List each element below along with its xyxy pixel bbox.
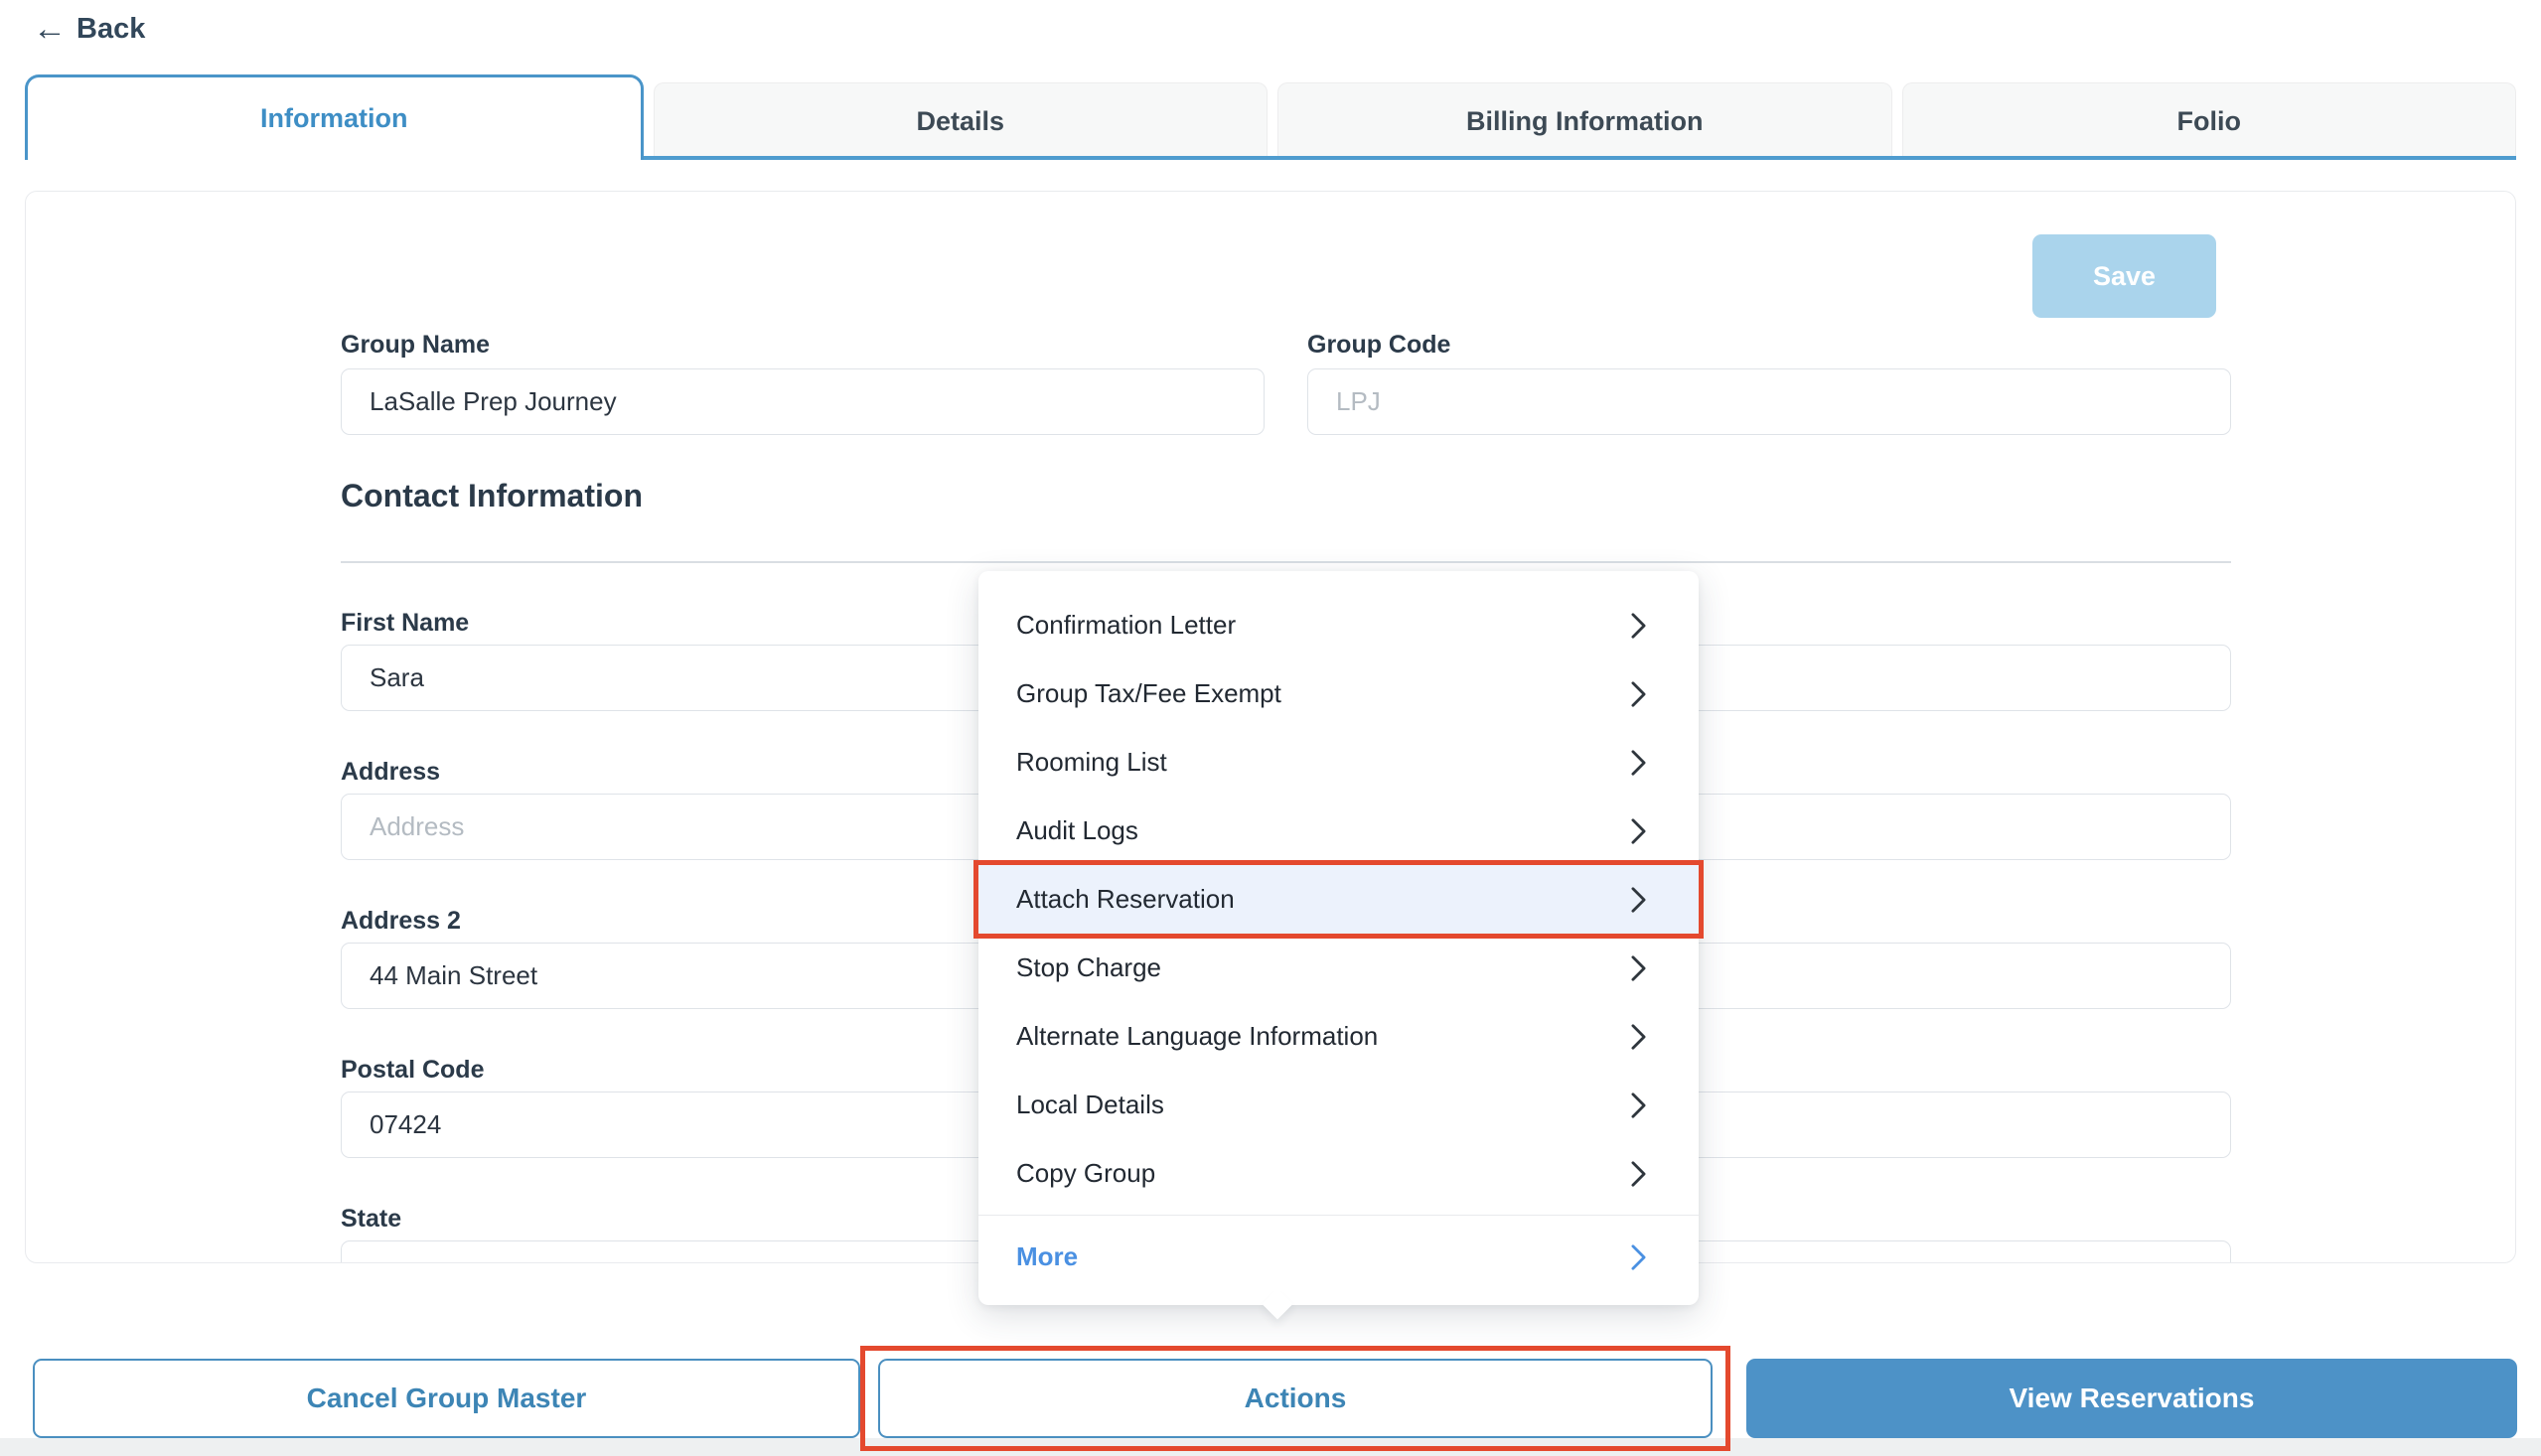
menu-item-label: Attach Reservation <box>1016 884 1235 915</box>
menu-item-label: Copy Group <box>1016 1158 1155 1189</box>
back-button[interactable]: ← Back <box>33 12 145 46</box>
menu-item-copy-group[interactable]: Copy Group <box>978 1139 1699 1208</box>
group-code-label: Group Code <box>1307 331 1450 360</box>
menu-item-audit-logs[interactable]: Audit Logs <box>978 797 1699 865</box>
chevron-right-icon <box>1630 680 1647 708</box>
chevron-right-icon <box>1630 749 1647 777</box>
contact-information-heading: Contact Information <box>341 478 643 514</box>
view-reservations-button[interactable]: View Reservations <box>1746 1359 2517 1438</box>
menu-item-label: Alternate Language Information <box>1016 1021 1378 1052</box>
actions-button[interactable]: Actions <box>878 1359 1713 1438</box>
cancel-group-master-label: Cancel Group Master <box>307 1383 587 1414</box>
tab-information-label: Information <box>260 103 408 134</box>
chevron-right-icon <box>1630 886 1647 914</box>
address2-label: Address 2 <box>341 907 461 936</box>
actions-label: Actions <box>1245 1383 1347 1414</box>
tab-information[interactable]: Information <box>25 74 644 160</box>
menu-item-stop-charge[interactable]: Stop Charge <box>978 934 1699 1002</box>
menu-item-label: Stop Charge <box>1016 952 1161 983</box>
chevron-right-icon <box>1630 1092 1647 1119</box>
section-divider <box>341 561 2231 563</box>
first-name-label: First Name <box>341 609 469 638</box>
chevron-right-icon <box>1630 1023 1647 1051</box>
menu-item-label: More <box>1016 1241 1078 1272</box>
tab-billing-information[interactable]: Billing Information <box>1277 82 1892 160</box>
group-name-label: Group Name <box>341 331 490 360</box>
menu-item-label: Local Details <box>1016 1090 1164 1120</box>
tab-details[interactable]: Details <box>654 82 1269 160</box>
chevron-right-icon <box>1630 817 1647 845</box>
back-arrow-icon: ← <box>33 12 67 46</box>
group-name-input[interactable] <box>341 368 1265 435</box>
postal-code-label: Postal Code <box>341 1056 484 1085</box>
menu-divider <box>978 1215 1699 1216</box>
address-label: Address <box>341 758 440 787</box>
chevron-right-icon <box>1630 1243 1647 1271</box>
tab-folio-label: Folio <box>2177 106 2241 137</box>
state-label: State <box>341 1205 401 1234</box>
menu-pointer-notch <box>1262 1288 1292 1319</box>
back-label: Back <box>76 13 145 46</box>
group-code-input[interactable] <box>1307 368 2231 435</box>
tab-details-label: Details <box>916 106 1004 137</box>
menu-item-label: Confirmation Letter <box>1016 610 1236 641</box>
menu-item-label: Audit Logs <box>1016 815 1138 846</box>
menu-item-attach-reservation[interactable]: Attach Reservation <box>978 865 1699 934</box>
menu-item-more[interactable]: More <box>978 1223 1699 1291</box>
tab-folio[interactable]: Folio <box>1902 82 2517 160</box>
menu-item-rooming-list[interactable]: Rooming List <box>978 728 1699 797</box>
menu-item-label: Group Tax/Fee Exempt <box>1016 678 1281 709</box>
menu-item-label: Rooming List <box>1016 747 1167 778</box>
chevron-right-icon <box>1630 612 1647 640</box>
group-master-page: ← Back Information Details Billing Infor… <box>0 0 2541 1456</box>
actions-dropdown-menu: Confirmation Letter Group Tax/Fee Exempt… <box>978 571 1699 1305</box>
tab-bar: Information Details Billing Information … <box>25 74 2516 160</box>
bottom-strip <box>0 1438 2541 1456</box>
tab-billing-information-label: Billing Information <box>1466 106 1703 137</box>
save-button[interactable]: Save <box>2032 234 2216 318</box>
cancel-group-master-button[interactable]: Cancel Group Master <box>33 1359 860 1438</box>
menu-item-local-details[interactable]: Local Details <box>978 1071 1699 1139</box>
menu-item-confirmation-letter[interactable]: Confirmation Letter <box>978 591 1699 659</box>
chevron-right-icon <box>1630 1160 1647 1188</box>
menu-item-group-tax-fee-exempt[interactable]: Group Tax/Fee Exempt <box>978 659 1699 728</box>
chevron-right-icon <box>1630 954 1647 982</box>
menu-item-alternate-language-information[interactable]: Alternate Language Information <box>978 1002 1699 1071</box>
